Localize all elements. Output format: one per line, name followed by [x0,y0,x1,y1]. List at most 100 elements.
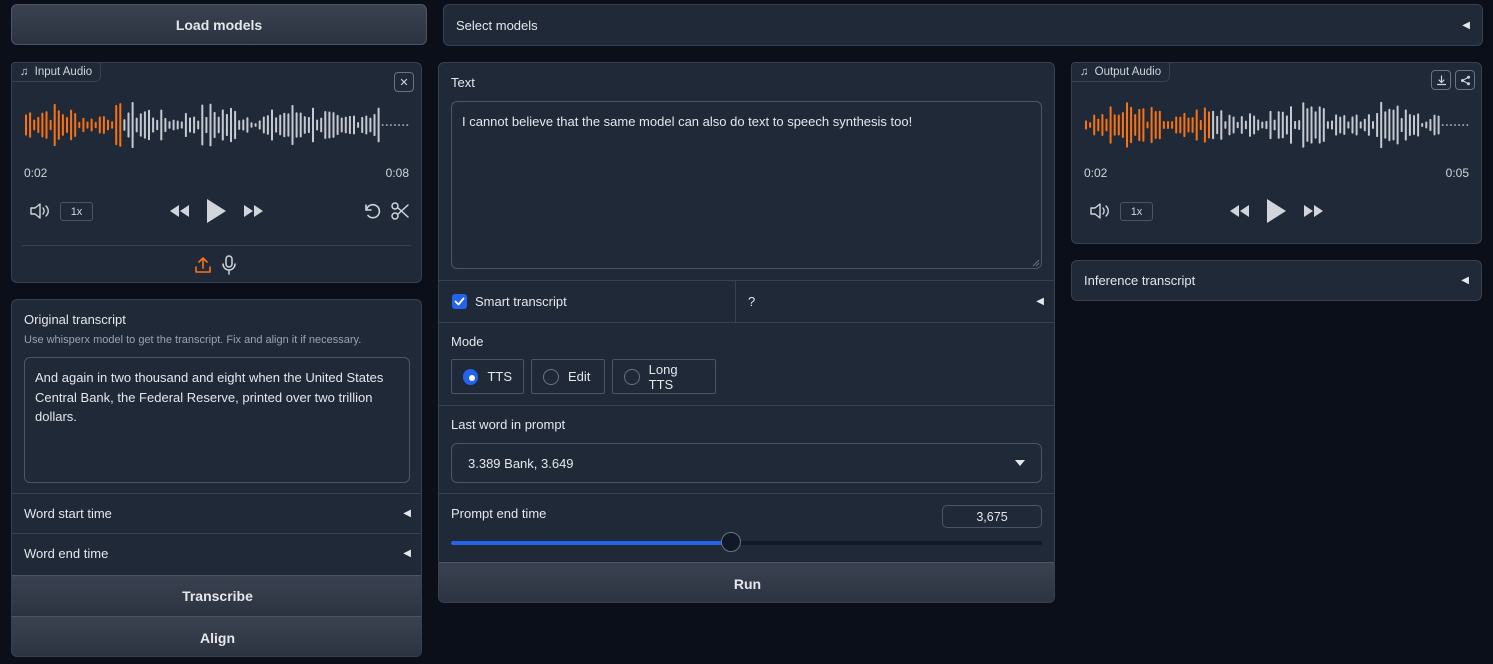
waveform-bar [389,124,392,126]
waveform-bar [1380,101,1383,149]
waveform-bar [307,116,310,134]
waveform-bar [365,115,368,135]
fast-forward-button[interactable] [241,201,267,221]
volume-button[interactable] [1088,201,1112,221]
help-accordion[interactable]: ? ◀ [736,281,1054,322]
waveform-bar [1146,121,1149,129]
waveform-bar [1441,124,1444,126]
waveform-bar [1408,114,1411,136]
waveform-bar [209,103,212,147]
music-note-icon: ♫ [1080,66,1089,78]
play-button[interactable] [203,197,229,225]
run-button[interactable]: Run [439,562,1054,602]
resize-handle-icon[interactable] [1032,259,1040,267]
waveform-bar [1462,124,1465,126]
rewind-icon [170,205,189,217]
waveform-bar [213,111,216,139]
download-button[interactable] [1431,70,1451,90]
waveform-bar [1113,114,1116,136]
waveform-bar [1269,110,1272,140]
waveform-bar [1253,115,1256,135]
undo-trim-button[interactable] [361,201,383,221]
waveform-bar [1449,124,1452,126]
microphone-icon [222,255,236,275]
waveform-bar [1195,109,1198,141]
mode-option-edit[interactable]: Edit [531,359,605,394]
last-word-label: Last word in prompt [451,417,566,432]
waveform-bar [1167,120,1169,130]
mode-option-long-tts[interactable]: Long TTS [612,359,716,394]
waveform-bar [1265,120,1268,130]
waveform-bar [402,124,405,126]
word-end-time-accordion[interactable]: Word end time ◀ [12,534,421,573]
waveform-bar [1183,112,1186,138]
fast-forward-button[interactable] [1301,201,1327,221]
waveform-bar [1179,116,1182,134]
waveform-bar [1302,102,1305,148]
play-icon [1267,199,1286,223]
waveform-bar [45,111,48,139]
upload-button[interactable] [193,255,213,275]
waveform-bar [1335,114,1338,136]
waveform-bar [1421,122,1424,128]
playback-speed-button[interactable]: 1x [1120,202,1153,221]
smart-transcript-checkbox[interactable] [452,294,467,309]
rewind-button[interactable] [1226,201,1252,221]
inference-transcript-accordion[interactable]: Inference transcript ◀ [1071,260,1482,301]
prompt-end-time-slider[interactable] [451,532,1042,552]
waveform-bar [1298,120,1301,130]
text-input[interactable]: I cannot believe that the same model can… [451,101,1042,269]
waveform-bar [1232,116,1235,134]
prompt-end-time-input[interactable]: 3,675 [942,505,1042,528]
waveform-bar [275,117,278,133]
volume-button[interactable] [28,201,52,221]
original-transcript-input[interactable]: And again in two thousand and eight when… [24,357,410,483]
inference-transcript-label: Inference transcript [1084,273,1196,288]
waveform-bar [1154,111,1157,139]
waveform-bar [1244,120,1247,130]
waveform-bar [189,117,191,133]
waveform-bar [369,117,372,133]
waveform-bar [1191,117,1194,133]
share-button[interactable] [1455,70,1475,90]
play-button[interactable] [1263,197,1289,225]
output-audio-block-label: ♫ Output Audio [1071,62,1171,82]
clear-audio-button[interactable]: ✕ [394,72,414,92]
output-current-time: 0:02 [1084,166,1108,180]
rewind-button[interactable] [166,201,192,221]
transcribe-button[interactable]: Transcribe [12,575,421,616]
collapse-triangle-icon: ◀ [1036,296,1044,307]
waveform-bar [197,120,200,130]
smart-transcript-row[interactable]: Smart transcript [439,281,735,322]
last-word-dropdown[interactable]: 3.389 Bank, 3.649 [451,443,1042,483]
mode-option-tts[interactable]: TTS [451,359,524,394]
waveform-bar [1277,111,1280,139]
waveform-bar [394,124,396,126]
waveform-bar [1162,121,1165,129]
waveform-bar [1199,119,1202,131]
waveform-bar [234,110,237,140]
waveform-bar [70,109,73,141]
word-start-time-accordion[interactable]: Word start time ◀ [12,494,421,533]
input-waveform[interactable] [24,99,410,151]
waveform-bar [279,114,282,136]
waveform-bar [115,104,118,146]
waveform-bar [1101,113,1104,137]
waveform-bar [98,116,101,134]
volume-icon [30,203,49,219]
waveform-bar [180,121,183,129]
waveform-bar [1240,115,1243,135]
playback-speed-button[interactable]: 1x [60,202,93,221]
microphone-button[interactable] [219,255,239,275]
input-audio-panel: ♫ Input Audio ✕ 0:02 0:08 1x [11,62,422,283]
waveform-bar [1400,117,1403,133]
waveform-bar [66,116,68,134]
load-models-button[interactable]: Load models [11,4,427,45]
waveform-bar [156,119,159,131]
output-waveform[interactable] [1084,99,1470,151]
trim-button[interactable] [389,201,411,221]
select-models-accordion[interactable]: Select models ◀ [443,4,1483,46]
align-button[interactable]: Align [12,616,421,656]
slider-thumb[interactable] [721,532,742,552]
waveform-bar [119,103,122,147]
